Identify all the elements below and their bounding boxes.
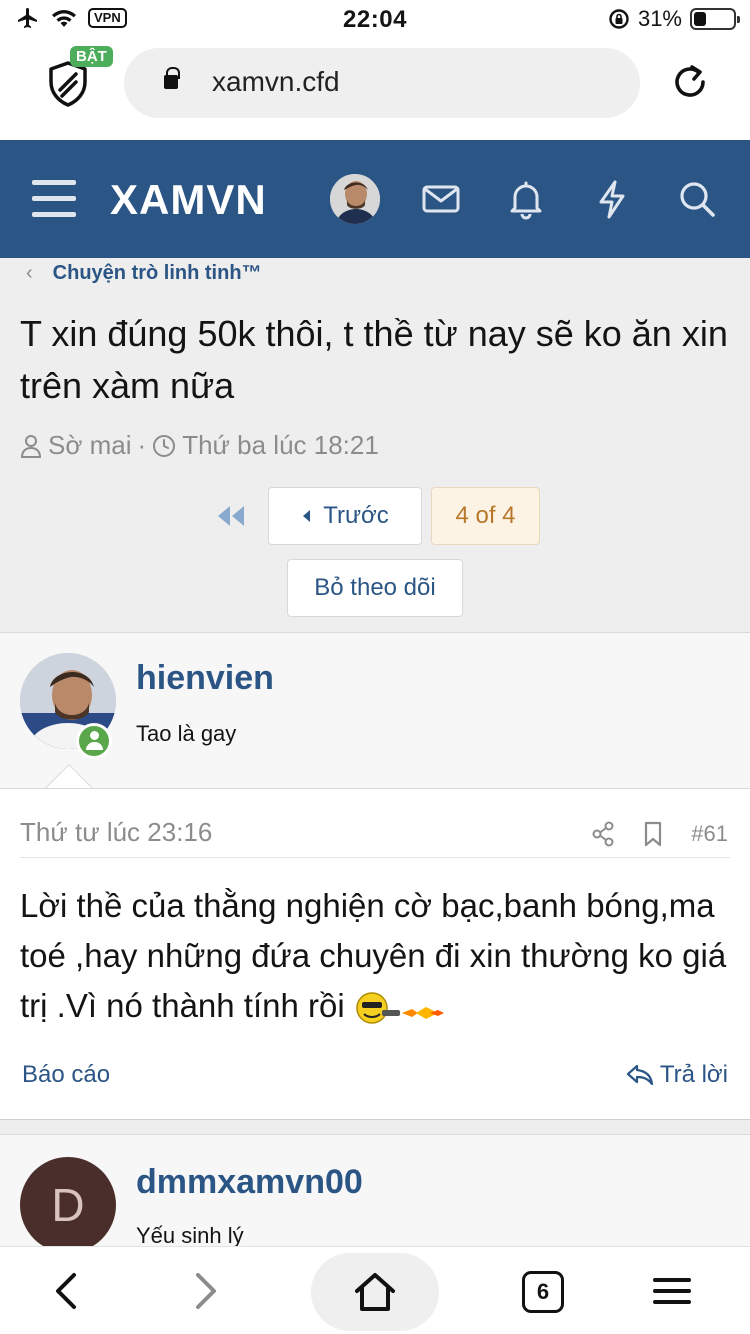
home-icon [355,1273,395,1311]
status-bar: VPN 22:04 31% [0,0,750,40]
reload-icon[interactable] [668,60,712,104]
lock-icon [164,67,180,89]
thread-meta: Sờ mai · Thứ ba lúc 18:21 [20,430,379,461]
forward-icon[interactable] [184,1269,228,1313]
caret-left-icon [303,510,311,522]
site-logo[interactable]: XAMVN [110,176,267,224]
online-status-icon [76,723,112,759]
post-number[interactable]: #61 [691,821,728,847]
breadcrumb[interactable]: ‹ Chuyện trò linh tinh™ [26,262,262,285]
home-button[interactable] [311,1253,439,1331]
avatar[interactable]: D [20,1157,116,1253]
meta-separator: · [137,430,147,460]
clock-icon [153,434,176,457]
battery-icon [690,8,740,30]
thread-author[interactable]: Sờ mai [48,430,132,461]
thread-date[interactable]: Thứ ba lúc 18:21 [182,430,379,461]
current-page-indicator[interactable]: 4 of 4 [431,487,540,545]
user-icon [20,434,42,458]
share-icon[interactable] [591,821,615,847]
thread-title: T xin đúng 50k thôi, t thề từ nay sẽ ko … [20,313,728,406]
back-icon[interactable] [44,1269,88,1313]
page: VPN 22:04 31% BẬT xamvn.cfd XAMVN ‹ Chuyệ… [0,0,750,1334]
post-username[interactable]: hienvien [136,659,274,698]
first-page-icon[interactable] [214,504,248,528]
unwatch-button[interactable]: Bỏ theo dõi [287,559,463,617]
url-field[interactable]: xamvn.cfd [124,48,640,118]
site-header: XAMVN [0,140,750,258]
post-user-header: hienvien Tao là gay [0,632,750,813]
divider [20,857,730,858]
orientation-lock-icon [609,9,629,29]
post-username[interactable]: dmmxamvn00 [136,1163,363,1202]
post-body: Thứ tư lúc 23:16 #61 Lời thề của thằng n… [0,788,750,1120]
bell-icon[interactable] [505,178,547,220]
account-avatar[interactable] [330,174,380,224]
shield-status-badge: BẬT [70,46,113,67]
search-icon[interactable] [676,178,718,220]
browser-address-bar: BẬT xamvn.cfd [0,40,750,140]
url-text: xamvn.cfd [212,66,340,97]
chevron-left-icon: ‹ [26,262,33,284]
reply-button[interactable]: Trả lời [626,1061,728,1089]
breadcrumb-label: Chuyện trò linh tinh™ [52,262,262,284]
reply-label: Trả lời [659,1061,728,1088]
hamburger-menu-icon[interactable] [650,1269,694,1313]
lightning-icon[interactable] [591,178,633,220]
report-link[interactable]: Báo cáo [22,1061,110,1089]
shield-icon[interactable] [46,60,90,108]
reply-icon [626,1064,653,1086]
menu-icon[interactable] [32,180,76,218]
bookmark-icon[interactable] [643,821,663,847]
tabs-button[interactable]: 6 [522,1271,564,1313]
previous-page-button[interactable]: Trước [268,487,422,545]
post-date[interactable]: Thứ tư lúc 23:16 [20,817,212,848]
smiley-shooting-icon [354,990,446,1026]
mail-icon[interactable] [420,178,462,220]
post-user-header: D dmmxamvn00 Yếu sinh lý [0,1134,750,1254]
post-user-title: Tao là gay [136,721,237,746]
battery-percent: 31% [637,6,682,31]
previous-page-label: Trước [323,502,389,529]
browser-toolbar: 6 [0,1246,750,1334]
post-content: Lời thề của thằng nghiện cờ bạc,banh bón… [20,881,732,1031]
